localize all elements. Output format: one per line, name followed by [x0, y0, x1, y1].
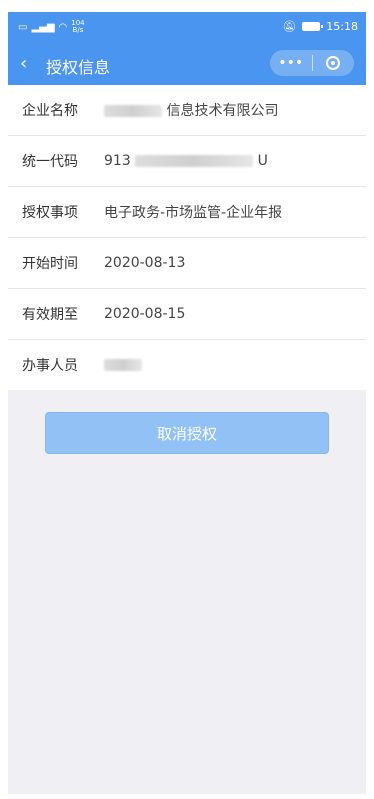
status-bar: ▭ ▂▄▆ ◠ 104 B/s 🔕︎ 15:18 [8, 12, 366, 44]
redacted-block [104, 105, 162, 117]
action-area: 取消授权 [8, 390, 366, 454]
more-options-icon[interactable]: ••• [270, 50, 312, 76]
row-start-time: 开始时间 2020-08-13 [8, 238, 366, 289]
status-left: ▭ ▂▄▆ ◠ 104 B/s [18, 20, 85, 34]
miniapp-capsule: ••• [270, 50, 354, 76]
row-unified-code: 统一代码 913 U [8, 136, 366, 187]
authorized-item-value: 电子政务-市场监管-企业年报 [104, 205, 283, 221]
signal-icon: ▂▄▆ [31, 21, 55, 33]
cancel-button-label: 取消授权 [156, 424, 217, 443]
network-speed: 104 B/s [71, 20, 84, 34]
unified-code-value: 913 U [104, 153, 366, 169]
company-name-suffix: 信息技术有限公司 [166, 103, 279, 119]
unified-code-suffix: U [257, 153, 268, 169]
row-authorized-item: 授权事项 电子政务-市场监管-企业年报 [8, 187, 366, 238]
back-chevron-icon[interactable]: ‹ [20, 53, 27, 74]
row-handler: 办事人员 [8, 340, 366, 390]
handler-label: 办事人员 [22, 358, 78, 374]
start-time-value: 2020-08-13 [104, 255, 186, 271]
unified-code-label: 统一代码 [22, 154, 78, 170]
valid-until-value: 2020-08-15 [104, 306, 186, 322]
unified-code-prefix: 913 [104, 153, 131, 169]
row-company-name: 企业名称 信息技术有限公司 [8, 85, 366, 136]
wifi-icon: ◠ [58, 21, 68, 33]
target-icon [326, 56, 341, 70]
status-time: 15:18 [326, 20, 358, 33]
close-miniapp-button[interactable] [313, 56, 355, 70]
nav-bar: ‹ 授权信息 ••• [8, 44, 366, 85]
app-frame: ▭ ▂▄▆ ◠ 104 B/s 🔕︎ 15:18 ‹ 授权信息 ••• 企业名称… [8, 12, 366, 794]
network-speed-unit: B/s [72, 26, 84, 34]
status-right: 🔕︎ 15:18 [282, 20, 358, 33]
valid-until-label: 有效期至 [22, 307, 78, 323]
authorized-item-label: 授权事项 [22, 205, 78, 221]
row-valid-until: 有效期至 2020-08-15 [8, 289, 366, 340]
start-time-label: 开始时间 [22, 256, 78, 272]
page-title: 授权信息 [46, 58, 111, 77]
mute-icon: 🔕︎ [282, 20, 297, 33]
company-name-value: 信息技术有限公司 [104, 100, 366, 120]
company-name-label: 企业名称 [22, 103, 78, 119]
handler-value [104, 357, 366, 373]
battery-icon [302, 22, 324, 31]
top-bar: ▭ ▂▄▆ ◠ 104 B/s 🔕︎ 15:18 ‹ 授权信息 ••• [8, 12, 366, 85]
info-list: 企业名称 信息技术有限公司 统一代码 913 U 授权事项 电子政务-市场监管-… [8, 85, 366, 390]
redacted-block [135, 155, 254, 167]
sim-icon: ▭ [18, 21, 28, 33]
cancel-authorization-button[interactable]: 取消授权 [45, 412, 329, 454]
redacted-block [104, 359, 142, 371]
